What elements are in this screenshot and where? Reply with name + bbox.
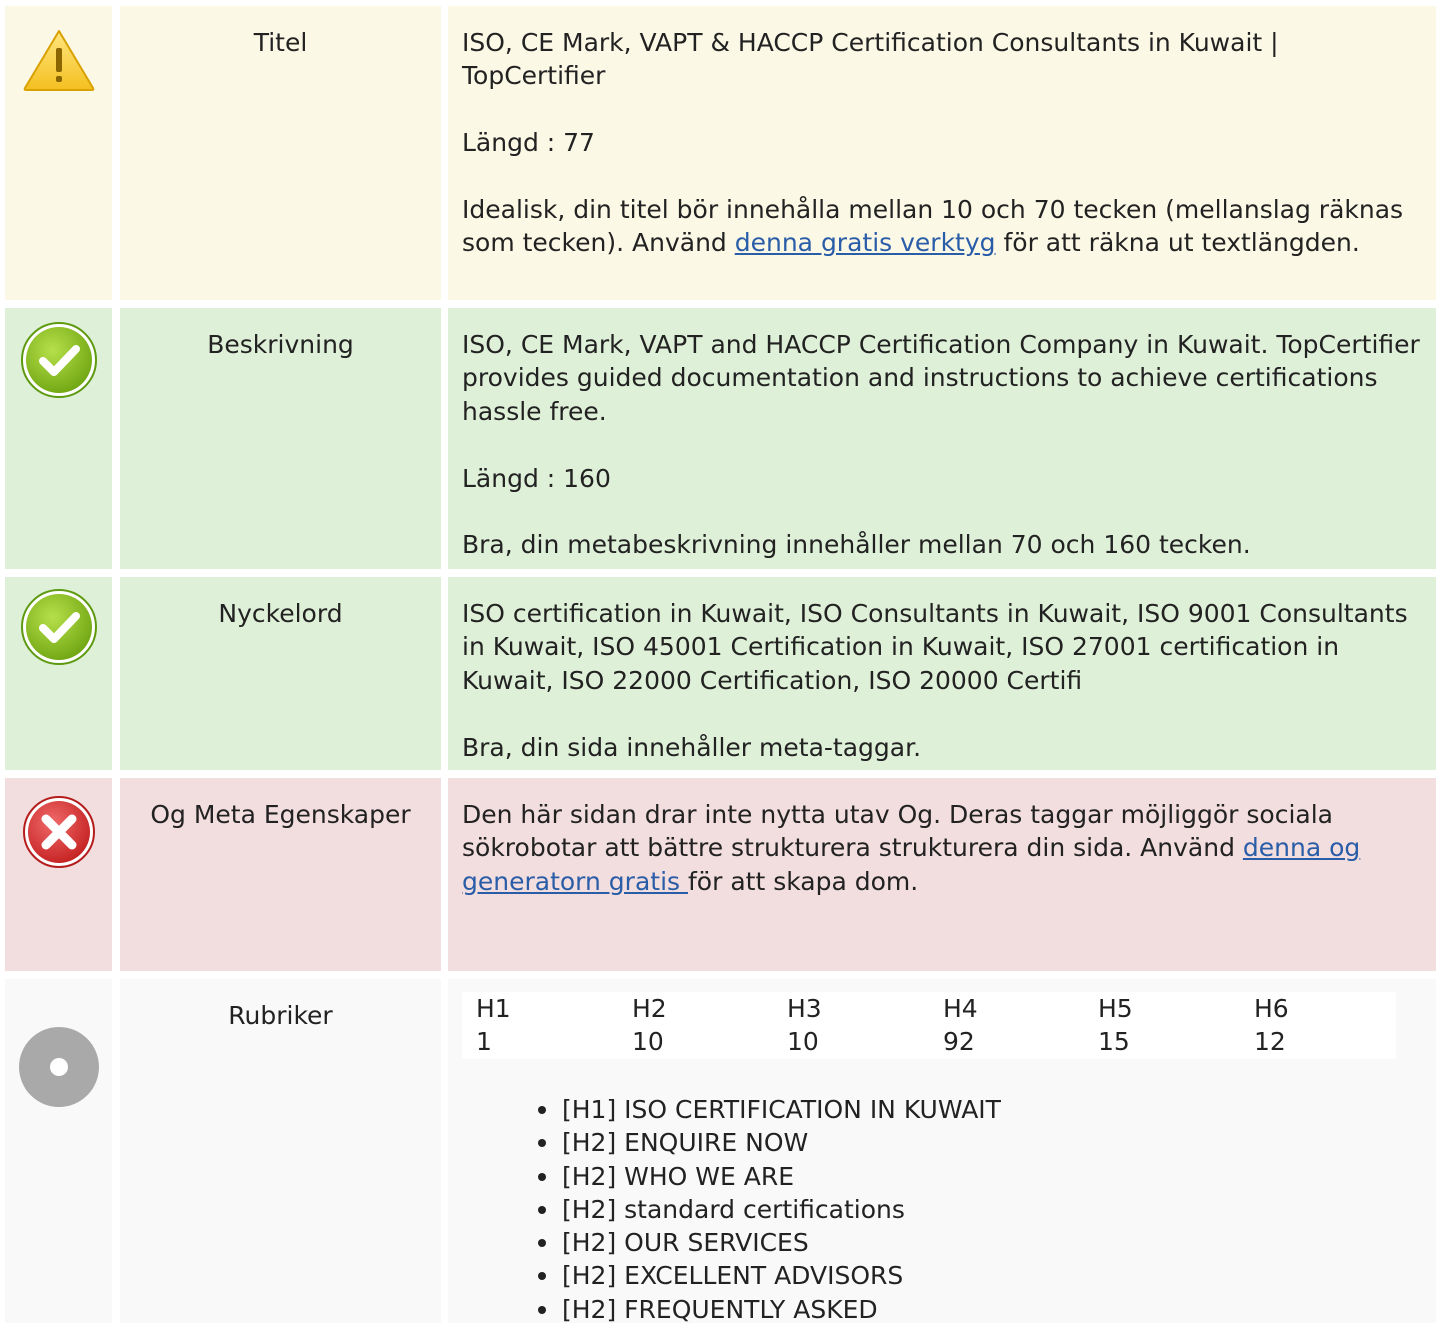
heading-count-h3: H3 10 [773,992,927,1058]
headings-details: H1 1 H2 10 H3 10 H4 92 H5 15 H6 12 [H1] … [448,979,1436,1326]
heading-count: 10 [632,1027,664,1056]
page-title-value: ISO, CE Mark, VAPT & HACCP Certification… [462,28,1279,91]
headings-row: Rubriker H1 1 H2 10 H3 10 H4 92 H5 15 H6… [0,979,1442,1326]
og-meta-details: Den här sidan drar inte nytta utav Og. D… [448,778,1436,971]
meta-keywords-value: ISO certification in Kuwait, ISO Consult… [462,599,1408,695]
list-item: [H2] ENQUIRE NOW [538,1126,1422,1159]
og-status-cell [5,778,112,971]
list-item: [H1] ISO CERTIFICATION IN KUWAIT [538,1093,1422,1126]
heading-count-h5: H5 15 [1084,992,1238,1058]
og-meta-advice: Den här sidan drar inte nytta utav Og. D… [462,798,1422,898]
meta-description-value: ISO, CE Mark, VAPT and HACCP Certificati… [462,330,1420,426]
heading-tag: H1 [476,994,511,1023]
list-item: [H2] OUR SERVICES [538,1226,1422,1259]
heading-tag: H5 [1098,994,1133,1023]
title-row: Titel ISO, CE Mark, VAPT & HACCP Certifi… [0,6,1442,300]
heading-list: [H1] ISO CERTIFICATION IN KUWAIT [H2] EN… [462,1093,1422,1326]
heading-count: 15 [1098,1027,1130,1056]
text-length-tool-link[interactable]: denna gratis verktyg [735,228,996,257]
description-details: ISO, CE Mark, VAPT and HACCP Certificati… [448,308,1436,569]
title-label: Titel [120,6,441,300]
heading-count: 92 [943,1027,975,1056]
og-meta-label: Og Meta Egenskaper [120,778,441,971]
og-meta-row: Og Meta Egenskaper Den här sidan drar in… [0,778,1442,971]
description-length: Längd : 160 [462,463,611,493]
heading-tag: H6 [1254,994,1289,1023]
heading-count: 10 [787,1027,819,1056]
heading-count-h2: H2 10 [618,992,772,1058]
keywords-row: Nyckelord ISO certification in Kuwait, I… [0,577,1442,770]
list-item: [H2] FREQUENTLY ASKED [538,1293,1422,1326]
error-icon [23,796,95,868]
keywords-details: ISO certification in Kuwait, ISO Consult… [448,577,1436,770]
keywords-advice: Bra, din sida innehåller meta-taggar. [462,732,922,762]
heading-count: 12 [1254,1027,1286,1056]
title-status-cell [5,6,112,300]
list-item: [H2] WHO WE ARE [538,1160,1422,1193]
keywords-label: Nyckelord [120,577,441,770]
title-details: ISO, CE Mark, VAPT & HACCP Certification… [448,6,1436,300]
warning-icon [23,30,95,91]
description-label: Beskrivning [120,308,441,569]
heading-count: 1 [476,1027,492,1056]
list-item: [H2] EXCELLENT ADVISORS [538,1259,1422,1292]
list-item: [H2] standard certifications [538,1193,1422,1226]
title-advice: Idealisk, din titel bör innehålla mellan… [462,193,1422,260]
heading-counts-table: H1 1 H2 10 H3 10 H4 92 H5 15 H6 12 [462,992,1396,1059]
keywords-status-cell [5,577,112,770]
headings-status-cell [5,979,112,1323]
info-icon [19,1027,99,1107]
heading-count-h6: H6 12 [1240,992,1394,1058]
description-status-cell [5,308,112,569]
heading-count-h1: H1 1 [462,992,616,1058]
check-icon [21,589,97,665]
og-advice-text-end: för att skapa dom. [688,866,919,896]
title-length: Längd : 77 [462,128,595,158]
heading-count-h4: H4 92 [929,992,1083,1058]
check-icon [21,322,97,398]
og-advice-text: Den här sidan drar inte nytta utav Og. D… [462,800,1333,863]
heading-tag: H2 [632,994,667,1023]
heading-tag: H3 [787,994,822,1023]
heading-tag: H4 [943,994,978,1023]
description-row: Beskrivning ISO, CE Mark, VAPT and HACCP… [0,308,1442,569]
title-advice-text-end: för att räkna ut textlängden. [995,228,1360,258]
headings-label: Rubriker [120,979,441,1323]
description-advice: Bra, din metabeskrivning innehåller mell… [462,530,1251,560]
